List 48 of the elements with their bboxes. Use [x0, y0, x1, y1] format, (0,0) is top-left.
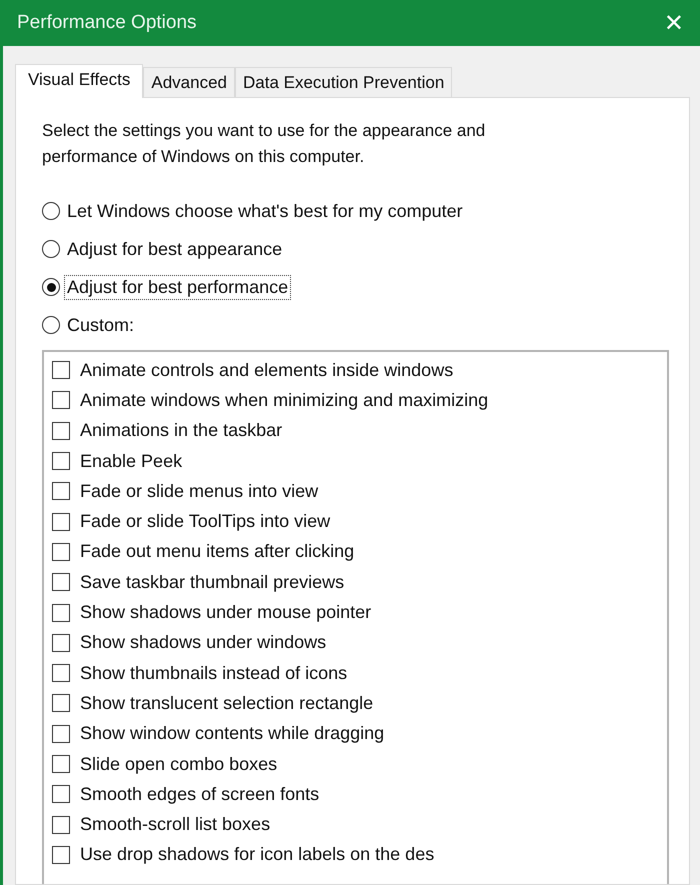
checkbox-label[interactable]: Smooth edges of screen fonts: [80, 784, 320, 805]
checkbox[interactable]: [52, 785, 70, 804]
checkbox[interactable]: [52, 512, 70, 531]
checkbox-label[interactable]: Smooth-scroll list boxes: [80, 814, 270, 836]
radio-button[interactable]: [42, 240, 60, 258]
checkbox-label[interactable]: Fade or slide ToolTips into view: [80, 511, 330, 532]
tab[interactable]: Visual Effects: [15, 64, 144, 98]
checkbox[interactable]: [52, 542, 70, 561]
checkbox-label[interactable]: Fade or slide menus into view: [80, 480, 318, 502]
checkbox[interactable]: [52, 482, 70, 500]
checkbox[interactable]: [52, 694, 70, 712]
radio-label[interactable]: Custom:: [64, 312, 138, 338]
checkbox[interactable]: [52, 573, 70, 592]
checkbox-label[interactable]: Use drop shadows for icon labels on the des: [80, 844, 434, 866]
radio-label[interactable]: Adjust for best appearance: [64, 236, 286, 262]
checkbox-label[interactable]: Animate controls and elements inside windows: [80, 360, 454, 381]
checkbox[interactable]: [52, 664, 70, 682]
checkbox-label[interactable]: Show translucent selection rectangle: [80, 692, 374, 714]
checkbox[interactable]: [52, 391, 70, 410]
checkbox-label[interactable]: Show shadows under mouse pointer: [80, 602, 372, 624]
checkbox-label[interactable]: Save taskbar thumbnail previews: [80, 572, 344, 593]
checkbox[interactable]: [52, 422, 70, 440]
checkbox[interactable]: [52, 846, 70, 864]
close-button[interactable]: ✕: [660, 9, 688, 37]
checkbox[interactable]: [52, 724, 70, 743]
checkbox[interactable]: [52, 816, 70, 834]
checkbox[interactable]: [52, 634, 70, 652]
radio-label[interactable]: Adjust for best performance: [64, 274, 292, 300]
checkbox-label[interactable]: Fade out menu items after clicking: [80, 541, 354, 562]
checkbox-label[interactable]: Show shadows under windows: [80, 632, 326, 654]
description-text: Select the settings you want to use for the appearance and performance of Windows on this computer.: [42, 120, 486, 168]
checkbox-label[interactable]: Show thumbnails instead of icons: [80, 662, 348, 684]
radio-button[interactable]: [42, 316, 60, 334]
tab[interactable]: Advanced: [143, 67, 235, 97]
checkbox-label[interactable]: Slide open combo boxes: [80, 754, 278, 774]
checkbox[interactable]: [52, 604, 70, 622]
checkbox-label[interactable]: Enable Peek: [80, 450, 182, 472]
checkbox[interactable]: [52, 361, 70, 380]
radio-button[interactable]: [42, 278, 60, 296]
tab[interactable]: Data Execution Prevention: [235, 67, 452, 97]
radio-button[interactable]: [42, 202, 60, 220]
checkbox-label[interactable]: Animate windows when minimizing and maximizing: [80, 390, 488, 411]
window-title: Performance Options: [17, 12, 197, 34]
checkbox-label[interactable]: Show window contents while dragging: [80, 723, 384, 744]
checkbox-label[interactable]: Animations in the taskbar: [80, 420, 282, 442]
radio-label[interactable]: Let Windows choose what's best for my computer: [64, 198, 466, 224]
checkbox[interactable]: [52, 755, 70, 773]
checkbox[interactable]: [52, 452, 70, 470]
